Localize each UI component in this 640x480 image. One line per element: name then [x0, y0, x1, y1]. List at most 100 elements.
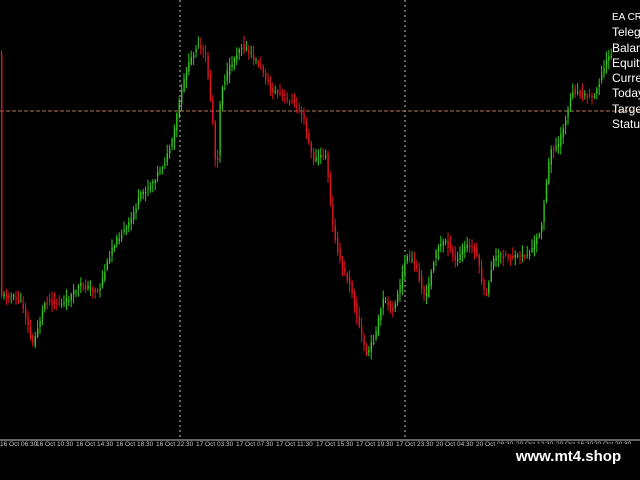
candle-body — [94, 289, 96, 292]
candle-body — [197, 44, 200, 46]
candle-body — [125, 226, 128, 229]
candle-body — [361, 326, 363, 336]
candle-body — [221, 87, 224, 105]
candle-body — [310, 143, 312, 153]
time-axis-label: 17 Oct 19:30 — [356, 441, 394, 448]
candle-body — [505, 253, 507, 256]
candle-body — [346, 273, 348, 280]
candle-body — [250, 53, 252, 55]
time-axis-label: 16 Oct 14:30 — [76, 441, 114, 448]
candle-body — [502, 256, 504, 259]
candle-body — [519, 257, 521, 259]
candle-body — [481, 267, 483, 282]
candle-body — [437, 247, 440, 252]
candle-body — [591, 96, 593, 98]
candle-body — [560, 133, 562, 147]
candle-body — [73, 289, 75, 295]
candle-body — [404, 261, 406, 276]
candle-body — [195, 48, 197, 53]
candle-body — [193, 55, 195, 58]
candle-body — [452, 249, 454, 255]
candle-body — [159, 170, 161, 173]
candle-body — [457, 258, 459, 261]
candle-body — [385, 300, 387, 302]
candle-body — [267, 79, 269, 82]
candle-body — [135, 208, 137, 213]
candle-body — [317, 157, 320, 160]
candle-body — [493, 258, 495, 267]
time-axis-label: 16 Oct 06:30 — [0, 441, 38, 448]
candle-body — [13, 294, 15, 297]
candle-body — [113, 245, 116, 248]
candle-body — [190, 57, 192, 65]
candle-body — [416, 264, 418, 269]
candle-body — [406, 256, 408, 262]
candle-body — [543, 203, 545, 222]
candle-body — [598, 84, 600, 87]
candle-body — [185, 73, 188, 81]
candle-body — [524, 256, 526, 258]
candle-body — [137, 197, 140, 206]
time-axis-label: 16 Oct 18:30 — [116, 441, 154, 448]
candle-body — [41, 310, 44, 318]
candle-body — [80, 283, 82, 286]
candle-body — [8, 295, 10, 299]
candle-body — [281, 94, 284, 96]
candle-body — [373, 342, 375, 345]
candle-body — [461, 249, 464, 255]
candle-body — [596, 88, 598, 94]
price-chart[interactable] — [0, 0, 640, 480]
candle-body — [164, 163, 166, 166]
candle-body — [565, 120, 567, 126]
candle-body — [274, 91, 276, 93]
candle-body — [320, 154, 322, 158]
candle-body — [459, 253, 461, 260]
candle-body — [133, 212, 135, 221]
candle-body — [553, 149, 555, 151]
candle-body — [75, 291, 77, 293]
candle-body — [65, 298, 68, 302]
candle-body — [514, 254, 516, 258]
candle-body — [178, 102, 180, 116]
candle-body — [111, 247, 113, 256]
candle-body — [27, 318, 29, 326]
candle-body — [32, 336, 34, 343]
candle-body — [109, 257, 111, 263]
telegram-line: Teleg — [612, 25, 640, 40]
candle-body — [157, 172, 159, 176]
candle-body — [322, 156, 324, 157]
candle-body — [130, 218, 132, 224]
candle-body — [478, 255, 480, 266]
candle-body — [236, 54, 238, 60]
candle-body — [231, 64, 233, 67]
candle-body — [577, 91, 579, 93]
candle-body — [145, 192, 147, 194]
candle-body — [286, 97, 288, 99]
candle-body — [418, 269, 420, 281]
candle-body — [541, 224, 543, 232]
candle-body — [99, 288, 101, 291]
candle-body — [433, 262, 435, 271]
candle-body — [17, 298, 20, 303]
candle-body — [272, 87, 274, 93]
status-line: Status — [612, 117, 640, 132]
candle-body — [161, 166, 164, 168]
candle-body — [279, 92, 281, 95]
candle-body — [15, 297, 17, 299]
target-line: Targe — [612, 101, 640, 116]
candle-body — [603, 68, 605, 74]
candle-body — [517, 255, 519, 257]
candle-body — [375, 331, 377, 340]
time-axis-label: 17 Oct 23:30 — [396, 441, 434, 448]
candle-body — [29, 326, 32, 337]
candle-body — [238, 49, 240, 54]
candle-body — [349, 277, 351, 285]
time-axis-label: 16 Oct 22:30 — [156, 441, 194, 448]
candle-body — [260, 65, 262, 67]
candle-body — [284, 94, 286, 97]
candle-body — [488, 282, 490, 294]
candle-body — [202, 48, 204, 51]
candle-body — [85, 285, 87, 290]
candle-body — [291, 101, 293, 103]
equity-line: Equity — [612, 55, 640, 70]
